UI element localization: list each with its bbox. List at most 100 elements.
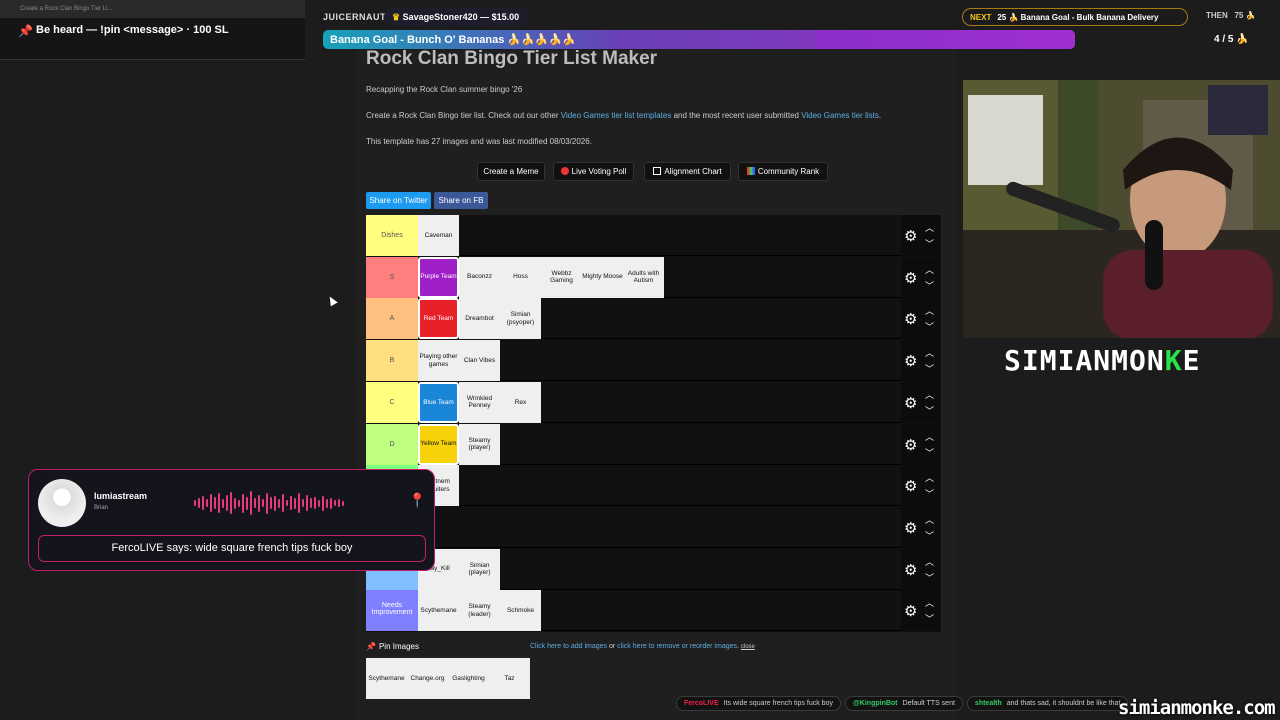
move-down-icon[interactable]: ﹀ <box>925 446 934 459</box>
tier-item[interactable]: Clan Vibes <box>459 340 500 382</box>
pool-item[interactable]: Gaslighting <box>448 658 489 699</box>
pool-item[interactable]: Scythemane <box>366 658 407 699</box>
gear-icon[interactable]: ⚙ <box>904 602 917 620</box>
move-down-icon[interactable]: ﹀ <box>925 571 934 584</box>
close-link[interactable]: close <box>741 644 755 650</box>
tier-item[interactable]: Rex <box>500 381 541 423</box>
share-fb-button[interactable]: Share on FB <box>434 192 488 209</box>
move-down-icon[interactable]: ﹀ <box>925 487 934 500</box>
intro-text: Create a Rock Clan Bingo tier list. Chec… <box>366 111 881 120</box>
next-goal-pill: NEXT 25 🍌 Banana Goal - Bulk Banana Deliv… <box>962 8 1188 26</box>
move-up-icon[interactable]: ︿ <box>925 221 934 234</box>
move-up-icon[interactable]: ︿ <box>925 513 934 526</box>
waveform-bar <box>290 496 292 510</box>
tier-item[interactable]: Yellow Team <box>418 423 459 465</box>
tier-label[interactable]: B <box>366 340 418 382</box>
tier-label[interactable]: A <box>366 298 418 340</box>
remove-images-link[interactable]: click here to remove or reorder images <box>617 643 737 650</box>
add-images-link[interactable]: Click here to add images <box>530 643 607 650</box>
tier-item[interactable]: Mighty Moose <box>582 256 623 298</box>
waveform-bar <box>326 498 328 508</box>
gear-icon[interactable]: ⚙ <box>904 310 917 328</box>
tier-row: Nutnem Fruiters ⚙ ︿ ﹀ <box>366 465 941 507</box>
live-voting-poll-button[interactable]: Live Voting Poll <box>553 162 634 181</box>
waveform-bar <box>226 495 228 511</box>
chat-user: shtealth <box>974 700 1002 707</box>
audio-waveform <box>194 490 374 516</box>
tier-item[interactable]: Schmoke <box>500 590 541 632</box>
community-rank-label: Community Rank <box>757 167 820 176</box>
tier-label[interactable]: D <box>366 423 418 465</box>
channel-brand: SIMIANMONKE <box>1004 344 1200 377</box>
move-up-icon[interactable]: ︿ <box>925 555 934 568</box>
move-down-icon[interactable]: ﹀ <box>925 529 934 542</box>
gear-icon[interactable]: ⚙ <box>904 436 917 454</box>
move-down-icon[interactable]: ﹀ <box>925 237 934 250</box>
tier-label[interactable]: Needs Improvement <box>366 590 418 632</box>
pool-item[interactable]: Change.org <box>407 658 448 699</box>
tier-item[interactable]: Purple Team <box>418 256 459 298</box>
gear-icon[interactable]: ⚙ <box>904 352 917 370</box>
tier-item[interactable]: Blue Team <box>418 381 459 423</box>
tier-item[interactable]: Wrinkled Penney <box>459 381 500 423</box>
tier-item[interactable]: Scythemane <box>418 590 459 632</box>
move-up-icon[interactable]: ︿ <box>925 388 934 401</box>
move-up-icon[interactable]: ︿ <box>925 471 934 484</box>
pin-images-toggle[interactable]: 📌 Pin Images <box>366 642 419 651</box>
tier-controls: ⚙ ︿ ﹀ <box>901 256 941 298</box>
tier-label[interactable]: C <box>366 381 418 423</box>
templates-link[interactable]: Video Games tier list templates <box>561 111 672 120</box>
alignment-chart-label: Alignment Chart <box>664 167 722 176</box>
tier-item[interactable]: Playing other games <box>418 340 459 382</box>
tier-label[interactable]: Dishes <box>366 215 418 256</box>
gear-icon[interactable]: ⚙ <box>904 394 917 412</box>
next-label: NEXT <box>970 13 992 22</box>
move-down-icon[interactable]: ﹀ <box>925 320 934 333</box>
move-down-icon[interactable]: ﹀ <box>925 612 934 625</box>
community-rank-button[interactable]: Community Rank <box>738 162 828 181</box>
tier-item[interactable]: Hoss <box>500 256 541 298</box>
browser-tab[interactable]: Create a Rock Clan Bingo Tier Li... <box>0 0 305 20</box>
gear-icon[interactable]: ⚙ <box>904 561 917 579</box>
tier-item[interactable]: Red Team <box>418 298 459 340</box>
move-down-icon[interactable]: ﹀ <box>925 404 934 417</box>
gear-icon[interactable]: ⚙ <box>904 227 917 245</box>
move-down-icon[interactable]: ﹀ <box>925 279 934 292</box>
tier-item[interactable]: Webbz Gaming <box>541 256 582 298</box>
move-up-icon[interactable]: ︿ <box>925 430 934 443</box>
webcam-feed <box>963 80 1280 338</box>
tier-list: Dishes Caveman ⚙ ︿ ﹀ S Purple Team Baconzz Hoss W… <box>366 215 941 632</box>
tier-item[interactable]: Baconzz <box>459 256 500 298</box>
move-up-icon[interactable]: ︿ <box>925 263 934 276</box>
tier-item[interactable]: Simian (psyoper) <box>500 298 541 340</box>
tier-item[interactable]: Steamy (player) <box>459 423 500 465</box>
pool-item[interactable]: Taz <box>489 658 530 699</box>
move-down-icon[interactable]: ﹀ <box>925 362 934 375</box>
tier-item[interactable]: Dreambot <box>459 298 500 340</box>
grid-icon <box>653 167 662 175</box>
latest-sub-pill: ♛ SavageStoner420 — $15.00 <box>384 8 530 26</box>
mouse-cursor <box>326 294 338 307</box>
tier-label[interactable]: S <box>366 256 418 298</box>
share-fb-label: Share on FB <box>438 196 484 205</box>
pin-images-label: Pin Images <box>378 642 419 651</box>
tier-item[interactable]: Steamy (leader) <box>459 590 500 632</box>
alignment-chart-button[interactable]: Alignment Chart <box>644 162 731 181</box>
tier-item[interactable]: Simian (player) <box>459 548 500 590</box>
gear-icon[interactable]: ⚙ <box>904 477 917 495</box>
move-up-icon[interactable]: ︿ <box>925 346 934 359</box>
gear-icon[interactable]: ⚙ <box>904 269 917 287</box>
share-twitter-label: Share on Twitter <box>369 196 428 205</box>
waveform-bar <box>194 500 196 506</box>
share-twitter-button[interactable]: Share on Twitter <box>366 192 431 209</box>
user-lists-link[interactable]: Video Games tier lists <box>801 111 879 120</box>
tier-item[interactable]: Caveman <box>418 215 459 256</box>
tier-item[interactable]: Adults with Autism <box>623 256 664 298</box>
tier-row: ActionJay_KillSimian (player)⚙︿﹀ <box>366 548 941 590</box>
move-up-icon[interactable]: ︿ <box>925 596 934 609</box>
move-up-icon[interactable]: ︿ <box>925 304 934 317</box>
tier-row: D Yellow Team Steamy (player) ⚙ ︿ ﹀ <box>366 423 941 465</box>
create-meme-button[interactable]: Create a Meme <box>477 162 545 181</box>
brand-part-2: K <box>1164 344 1183 377</box>
gear-icon[interactable]: ⚙ <box>904 519 917 537</box>
